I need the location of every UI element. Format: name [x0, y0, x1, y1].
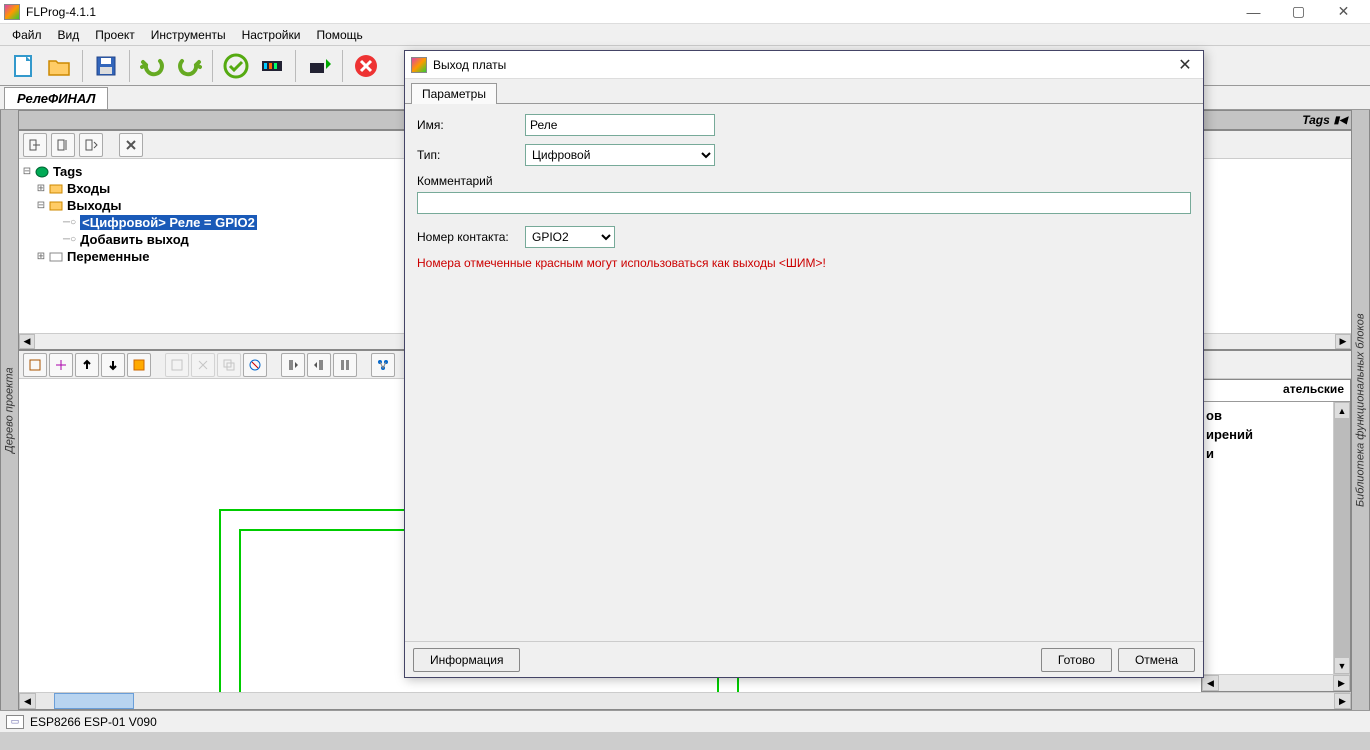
scroll-right-icon[interactable]: ▶ [1334, 693, 1351, 709]
cancel-button[interactable]: Отмена [1118, 648, 1195, 672]
app-title: FLProg-4.1.1 [26, 5, 1231, 19]
menu-help[interactable]: Помощь [308, 26, 370, 44]
canvas-btn-2[interactable] [49, 353, 73, 377]
menubar: Файл Вид Проект Инструменты Настройки По… [0, 24, 1370, 46]
scroll-up-icon[interactable]: ▲ [1334, 402, 1350, 419]
library-vscroll[interactable]: ▲ ▼ [1333, 402, 1350, 674]
dialog-title: Выход платы [433, 58, 1173, 72]
tree-inputs-label: Входы [67, 181, 110, 196]
type-label: Тип: [417, 148, 517, 162]
tree-btn-2[interactable] [51, 133, 75, 157]
app-icon [4, 4, 20, 20]
canvas-copy-button[interactable] [217, 353, 241, 377]
titlebar: FLProg-4.1.1 — ▢ ✕ [0, 0, 1370, 24]
tree-root-label: Tags [53, 164, 82, 179]
expand-icon[interactable]: ⊟ [21, 166, 33, 177]
status-board: ESP8266 ESP-01 V090 [30, 715, 157, 729]
library-hscroll[interactable]: ◀ ▶ [1202, 674, 1350, 691]
scroll-right-icon[interactable]: ▶ [1335, 334, 1351, 349]
name-label: Имя: [417, 118, 517, 132]
tree-outputs-label: Выходы [67, 198, 122, 213]
board-icon: ▭ [6, 715, 24, 729]
project-tab[interactable]: РелеФИНАЛ [4, 87, 108, 109]
compile-button[interactable] [255, 49, 289, 83]
menu-project[interactable]: Проект [87, 26, 143, 44]
scroll-right-icon[interactable]: ▶ [1333, 675, 1350, 691]
canvas-btn-1[interactable] [23, 353, 47, 377]
canvas-hscroll[interactable]: ◀ ▶ [19, 692, 1351, 709]
library-item[interactable]: ов [1206, 406, 1346, 425]
open-file-button[interactable] [42, 49, 76, 83]
scroll-left-icon[interactable]: ◀ [19, 693, 36, 709]
canvas-btn-11[interactable] [307, 353, 331, 377]
tree-variables-label: Переменные [67, 249, 149, 264]
dialog-close-button[interactable]: ✕ [1173, 53, 1197, 77]
maximize-button[interactable]: ▢ [1276, 1, 1321, 23]
expand-icon[interactable]: ⊟ [35, 200, 47, 211]
library-panel: ательские ов ирений и ▲ ▼ [1201, 379, 1351, 692]
library-tab[interactable]: ательские [1202, 380, 1350, 402]
comment-label: Комментарий [417, 174, 1191, 188]
expand-icon[interactable]: ⊞ [35, 183, 47, 194]
type-select[interactable]: Цифровой [525, 144, 715, 166]
tree-btn-1[interactable] [23, 133, 47, 157]
close-button[interactable]: ✕ [1321, 1, 1366, 23]
dialog-icon [411, 57, 427, 73]
dialog-body: Имя: Тип: Цифровой Комментарий Номер кон… [405, 103, 1203, 641]
redo-button[interactable] [172, 49, 206, 83]
new-file-button[interactable] [6, 49, 40, 83]
contact-select[interactable]: GPIO2 [525, 226, 615, 248]
contact-label: Номер контакта: [417, 230, 517, 244]
tree-selected-output: <Цифровой> Реле = GPIO2 [80, 215, 257, 230]
menu-file[interactable]: Файл [4, 26, 50, 44]
save-button[interactable] [89, 49, 123, 83]
dialog-tab-params[interactable]: Параметры [411, 83, 497, 104]
tree-add-output-label: Добавить выход [80, 232, 189, 247]
expand-icon[interactable]: ⊞ [35, 251, 47, 262]
canvas-btn-6[interactable] [165, 353, 189, 377]
tags-panel-title: Tags [1302, 113, 1330, 127]
scroll-left-icon[interactable]: ◀ [19, 334, 35, 349]
undo-button[interactable] [136, 49, 170, 83]
ok-button[interactable]: Готово [1041, 648, 1112, 672]
output-dialog: Выход платы ✕ Параметры Имя: Тип: Цифров… [404, 50, 1204, 678]
canvas-btn-13[interactable] [371, 353, 395, 377]
scroll-left-icon[interactable]: ◀ [1202, 675, 1219, 691]
dialog-titlebar: Выход платы ✕ [405, 51, 1203, 79]
canvas-cut-button[interactable] [191, 353, 215, 377]
canvas-btn-12[interactable] [333, 353, 357, 377]
menu-settings[interactable]: Настройки [234, 26, 309, 44]
library-item[interactable]: ирений [1206, 425, 1346, 444]
dialog-tabs: Параметры [405, 79, 1203, 103]
left-rail-label[interactable]: Дерево проекта [0, 110, 18, 710]
upload-button[interactable] [302, 49, 336, 83]
scroll-thumb[interactable] [54, 693, 134, 709]
tree-delete-button[interactable] [119, 133, 143, 157]
bottom-bar [0, 732, 1370, 750]
comment-input[interactable] [417, 192, 1191, 214]
warning-text: Номера отмеченные красным могут использо… [417, 256, 1191, 270]
check-button[interactable] [219, 49, 253, 83]
statusbar: ▭ ESP8266 ESP-01 V090 [0, 710, 1370, 732]
canvas-btn-5[interactable] [127, 353, 151, 377]
menu-view[interactable]: Вид [50, 26, 88, 44]
scroll-down-icon[interactable]: ▼ [1334, 657, 1350, 674]
name-input[interactable] [525, 114, 715, 136]
minimize-button[interactable]: — [1231, 1, 1276, 23]
dialog-buttons: Информация Готово Отмена [405, 641, 1203, 677]
stop-button[interactable] [349, 49, 383, 83]
info-button[interactable]: Информация [413, 648, 520, 672]
canvas-up-button[interactable] [75, 353, 99, 377]
right-rail-label[interactable]: Библиотека функциональных блоков [1352, 110, 1370, 710]
library-item[interactable]: и [1206, 444, 1346, 463]
canvas-btn-10[interactable] [281, 353, 305, 377]
canvas-down-button[interactable] [101, 353, 125, 377]
menu-tools[interactable]: Инструменты [143, 26, 234, 44]
tree-btn-3[interactable] [79, 133, 103, 157]
canvas-btn-9[interactable] [243, 353, 267, 377]
panel-collapse-icon[interactable]: ▮◀ [1334, 115, 1347, 126]
